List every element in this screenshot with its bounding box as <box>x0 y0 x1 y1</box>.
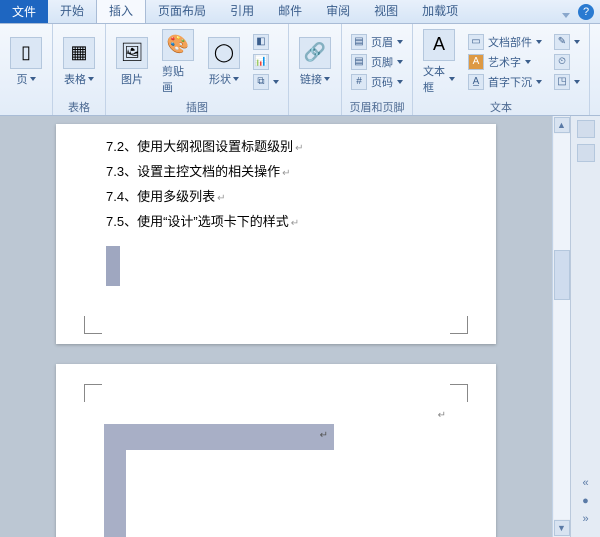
tab-references[interactable]: 引用 <box>218 0 266 23</box>
selection-block: ↵ <box>104 424 334 450</box>
minimize-ribbon-icon[interactable] <box>562 13 570 18</box>
next-page-icon[interactable]: » <box>582 513 588 525</box>
pagenumber-button[interactable]: #页码 <box>348 73 406 91</box>
group-label-text: 文本 <box>413 99 589 115</box>
tab-pagelayout[interactable]: 页面布局 <box>146 0 218 23</box>
smartart-icon: ◧ <box>253 34 269 50</box>
picture-icon: 🖼 <box>116 37 148 69</box>
side-panel: « ● » <box>570 116 600 537</box>
datetime-button[interactable]: ⏲ <box>551 53 583 71</box>
clipart-icon: 🎨 <box>162 29 194 61</box>
docparts-icon: ▭ <box>468 34 484 50</box>
tab-mail[interactable]: 邮件 <box>266 0 314 23</box>
page-corner-icon <box>450 384 468 402</box>
page-1[interactable]: 7.2、使用大纲视图设置标题级别↵ 7.3、设置主控文档的相关操作↵ 7.4、使… <box>56 124 496 344</box>
return-mark-icon: ↵ <box>438 410 446 421</box>
datetime-icon: ⏲ <box>554 54 570 70</box>
footer-icon: ▤ <box>351 54 367 70</box>
ribbon: ▯ 页 ▦ 表格 表格 🖼 图片 🎨 剪贴画 ◯ 形状 <box>0 24 600 116</box>
document-scroll[interactable]: 7.2、使用大纲视图设置标题级别↵ 7.3、设置主控文档的相关操作↵ 7.4、使… <box>0 116 552 537</box>
footer-button[interactable]: ▤页脚 <box>348 53 406 71</box>
screenshot-button[interactable]: ⧉ <box>250 73 282 91</box>
text-cursor-selection <box>106 246 120 286</box>
tab-view[interactable]: 视图 <box>362 0 410 23</box>
textbox-button[interactable]: A 文本框 <box>419 27 459 97</box>
panel-icon[interactable] <box>577 144 595 162</box>
doc-line: 7.3、设置主控文档的相关操作↵ <box>106 161 446 180</box>
link-button[interactable]: 🔗 链接 <box>295 35 335 89</box>
clipart-button[interactable]: 🎨 剪贴画 <box>158 27 198 97</box>
wordart-button[interactable]: A艺术字 <box>465 53 545 71</box>
page-corner-icon <box>84 316 102 334</box>
panel-icon[interactable] <box>577 120 595 138</box>
scroll-down-icon[interactable]: ▼ <box>554 520 570 536</box>
chart-button[interactable]: 📊 <box>250 53 282 71</box>
pagenumber-icon: # <box>351 74 367 90</box>
textbox-icon: A <box>423 29 455 61</box>
doc-line: 7.4、使用多级列表↵ <box>106 186 446 205</box>
chart-icon: 📊 <box>253 54 269 70</box>
symbol-button[interactable]: Ω 符号 <box>596 35 600 89</box>
smartart-button[interactable]: ◧ <box>250 33 282 51</box>
selection-block <box>104 450 126 537</box>
scroll-thumb[interactable] <box>554 250 570 300</box>
page-2[interactable]: ↵ ↵ <box>56 364 496 537</box>
table-button[interactable]: ▦ 表格 <box>59 35 99 89</box>
dropcap-icon: A̲ <box>468 74 484 90</box>
wordart-icon: A <box>468 54 484 70</box>
vertical-scrollbar[interactable]: ▲ ▼ <box>552 116 570 537</box>
page-corner-icon <box>84 384 102 402</box>
browse-object-icon[interactable]: ● <box>582 495 589 507</box>
tab-home[interactable]: 开始 <box>48 0 96 23</box>
scroll-up-icon[interactable]: ▲ <box>554 117 570 133</box>
group-label-tables: 表格 <box>53 99 105 115</box>
document-workspace: 7.2、使用大纲视图设置标题级别↵ 7.3、设置主控文档的相关操作↵ 7.4、使… <box>0 116 600 537</box>
tab-insert[interactable]: 插入 <box>96 0 146 23</box>
group-label-illustrations: 插图 <box>106 99 288 115</box>
picture-button[interactable]: 🖼 图片 <box>112 35 152 89</box>
object-button[interactable]: ◳ <box>551 73 583 91</box>
tab-addins[interactable]: 加载项 <box>410 0 470 23</box>
signature-icon: ✎ <box>554 34 570 50</box>
tab-file[interactable]: 文件 <box>0 0 48 23</box>
page-corner-icon <box>450 316 468 334</box>
dropcap-button[interactable]: A̲首字下沉 <box>465 73 545 91</box>
doc-line: 7.2、使用大纲视图设置标题级别↵ <box>106 136 446 155</box>
page-icon: ▯ <box>10 37 42 69</box>
object-icon: ◳ <box>554 74 570 90</box>
doc-line: 7.5、使用“设计”选项卡下的样式↵ <box>106 211 446 230</box>
shapes-icon: ◯ <box>208 37 240 69</box>
screenshot-icon: ⧉ <box>253 74 269 90</box>
prev-page-icon[interactable]: « <box>582 477 588 489</box>
header-icon: ▤ <box>351 34 367 50</box>
help-icon[interactable]: ? <box>578 4 594 20</box>
shapes-button[interactable]: ◯ 形状 <box>204 35 244 89</box>
table-icon: ▦ <box>63 37 95 69</box>
group-label-headerfooter: 页眉和页脚 <box>342 99 412 115</box>
menu-tabs: 文件 开始 插入 页面布局 引用 邮件 审阅 视图 加载项 ? <box>0 0 600 24</box>
tab-review[interactable]: 审阅 <box>314 0 362 23</box>
signature-button[interactable]: ✎ <box>551 33 583 51</box>
page-button[interactable]: ▯ 页 <box>6 35 46 89</box>
header-button[interactable]: ▤页眉 <box>348 33 406 51</box>
docparts-button[interactable]: ▭文档部件 <box>465 33 545 51</box>
link-icon: 🔗 <box>299 37 331 69</box>
